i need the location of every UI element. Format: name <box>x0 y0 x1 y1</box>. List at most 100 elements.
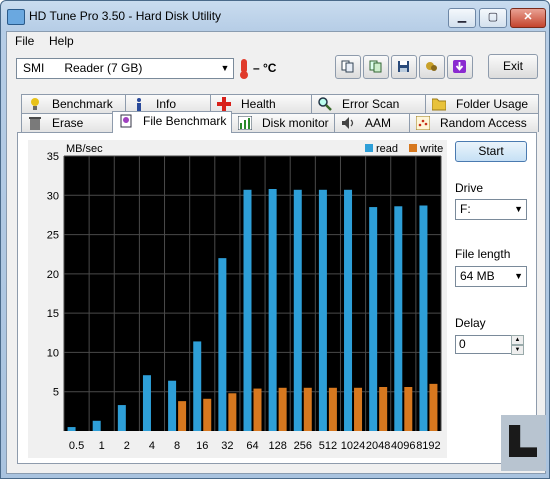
chart-area: 5 10 15 20 25 30 35 0.5 1 2 4 8 16 32 64 128 256 512 1024 2… <box>28 140 447 458</box>
read-bar <box>92 420 101 431</box>
tab-erase[interactable]: Erase <box>21 113 113 132</box>
read-bar <box>369 207 378 431</box>
x-tick-label: 8192 <box>416 440 440 452</box>
menu-file[interactable]: File <box>15 34 34 48</box>
file-benchmark-icon <box>120 114 132 128</box>
write-bar <box>303 387 312 431</box>
chevron-down-icon: ▼ <box>514 204 523 214</box>
tab-error-scan[interactable]: Error Scan <box>311 94 426 113</box>
y-tick-label: 25 <box>47 230 59 242</box>
read-bar <box>168 380 177 431</box>
options-button[interactable] <box>419 55 445 79</box>
start-button[interactable]: Start <box>455 141 527 162</box>
chevron-down-icon: ▼ <box>220 63 230 73</box>
read-bar <box>67 427 76 431</box>
tab-file-benchmark[interactable]: File Benchmark <box>112 111 232 133</box>
write-bar <box>228 393 237 431</box>
read-bar <box>268 189 277 431</box>
tab-label: Health <box>241 97 276 111</box>
tab-label: Erase <box>52 116 84 130</box>
spin-up-icon[interactable]: ▲ <box>511 335 524 345</box>
tab-label: Random Access <box>440 116 527 130</box>
delay-stepper[interactable]: ▲ ▼ <box>511 335 524 355</box>
write-bar <box>203 398 212 431</box>
tab-random-access[interactable]: Random Access <box>409 113 539 132</box>
drive-label: Drive <box>455 181 484 195</box>
y-tick-label: 30 <box>47 190 59 202</box>
legend-write-label: write <box>419 143 443 155</box>
read-bar <box>243 189 252 431</box>
options-icon <box>426 62 437 71</box>
watermark-logo <box>501 415 546 471</box>
y-tick-label: 20 <box>47 269 59 281</box>
write-bar <box>278 387 287 431</box>
file-length-label: File length <box>455 247 511 261</box>
x-tick-label: 64 <box>246 440 258 452</box>
menu-help[interactable]: Help <box>49 34 74 48</box>
tab-disk-monitor[interactable]: Disk monitor <box>231 113 335 132</box>
temperature-readout: – °C <box>253 61 277 75</box>
copy-screenshot-button[interactable] <box>363 55 389 79</box>
delay-input[interactable]: 0 <box>455 335 512 354</box>
x-tick-label: 0.5 <box>69 440 84 452</box>
write-bar <box>253 388 262 431</box>
write-bar <box>429 383 438 431</box>
drive-letter-select[interactable]: F: ▼ <box>455 199 527 220</box>
write-bar <box>354 387 363 431</box>
x-tick-label: 2 <box>124 440 130 452</box>
copy-screenshot-icon <box>369 60 382 73</box>
speaker-icon <box>342 117 354 129</box>
read-bar <box>419 205 428 431</box>
x-tick-label: 512 <box>319 440 337 452</box>
read-bar <box>193 341 202 431</box>
random-access-icon <box>416 116 430 130</box>
x-tick-label: 4096 <box>391 440 415 452</box>
download-button[interactable] <box>447 55 473 79</box>
x-tick-label: 256 <box>294 440 312 452</box>
tab-label: AAM <box>365 116 392 130</box>
x-tick-label: 1024 <box>341 440 365 452</box>
tab-folder-usage[interactable]: Folder Usage <box>425 94 539 113</box>
exit-button[interactable]: Exit <box>488 54 538 79</box>
trash-icon <box>29 117 41 130</box>
drive-select[interactable]: SMI Reader (7 GB) ▼ <box>16 58 234 79</box>
save-icon <box>398 61 409 72</box>
read-bar <box>218 258 227 431</box>
tab-benchmark[interactable]: Benchmark <box>21 94 126 113</box>
thermometer-icon <box>240 59 248 79</box>
x-tick-label: 8 <box>174 440 180 452</box>
y-tick-label: 35 <box>47 151 59 163</box>
legend-read-label: read <box>376 143 398 155</box>
x-tick-label: 32 <box>221 440 233 452</box>
file-benchmark-panel: 5 10 15 20 25 30 35 0.5 1 2 4 8 16 32 64 128 256 512 1024 2… <box>17 132 537 464</box>
copy-info-button[interactable] <box>335 55 361 79</box>
read-bar <box>344 189 353 431</box>
save-button[interactable] <box>391 55 417 79</box>
x-tick-label: 16 <box>196 440 208 452</box>
tab-label: Error Scan <box>342 97 400 111</box>
copy-info-icon <box>341 60 354 73</box>
window-title: HD Tune Pro 3.50 - Hard Disk Utility <box>29 9 222 23</box>
file-length-select[interactable]: 64 MB ▼ <box>455 266 527 287</box>
tab-label: Disk monitor <box>262 116 329 130</box>
drive-letter-value: F: <box>460 202 471 216</box>
read-bar <box>394 206 403 431</box>
benchmark-chart: 5 10 15 20 25 30 35 0.5 1 2 4 8 16 32 64 128 256 512 1024 2… <box>47 143 443 452</box>
tab-label: Benchmark <box>52 97 113 111</box>
x-tick-label: 1 <box>99 440 105 452</box>
y-tick-label: 15 <box>47 308 59 320</box>
legend-read-swatch <box>365 144 373 152</box>
download-icon <box>453 60 466 73</box>
health-cross-icon <box>217 97 231 111</box>
close-button[interactable]: ✕ <box>510 8 546 28</box>
app-icon <box>7 9 25 25</box>
maximize-button[interactable]: ▢ <box>479 8 507 28</box>
x-tick-label: 4 <box>149 440 155 452</box>
minimize-button[interactable]: ▁ <box>448 8 476 28</box>
spin-down-icon[interactable]: ▼ <box>511 345 524 355</box>
tab-aam[interactable]: AAM <box>334 113 410 132</box>
folder-icon <box>432 98 446 111</box>
delay-label: Delay <box>455 316 486 330</box>
y-tick-label: 5 <box>53 387 59 399</box>
tab-label: File Benchmark <box>143 114 227 128</box>
